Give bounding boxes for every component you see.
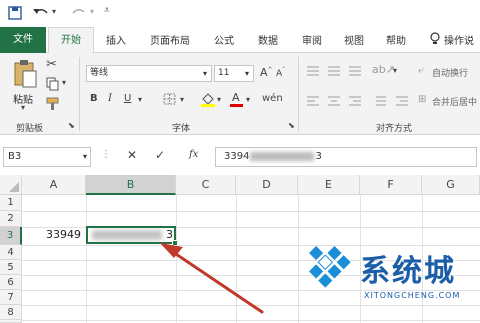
watermark: 系统城 XITONGCHENG.COM [300, 238, 480, 323]
watermark-brand: 系统城 [360, 254, 456, 289]
watermark-url: XITONGCHENG.COM [364, 291, 461, 300]
logo-icon [309, 245, 351, 288]
